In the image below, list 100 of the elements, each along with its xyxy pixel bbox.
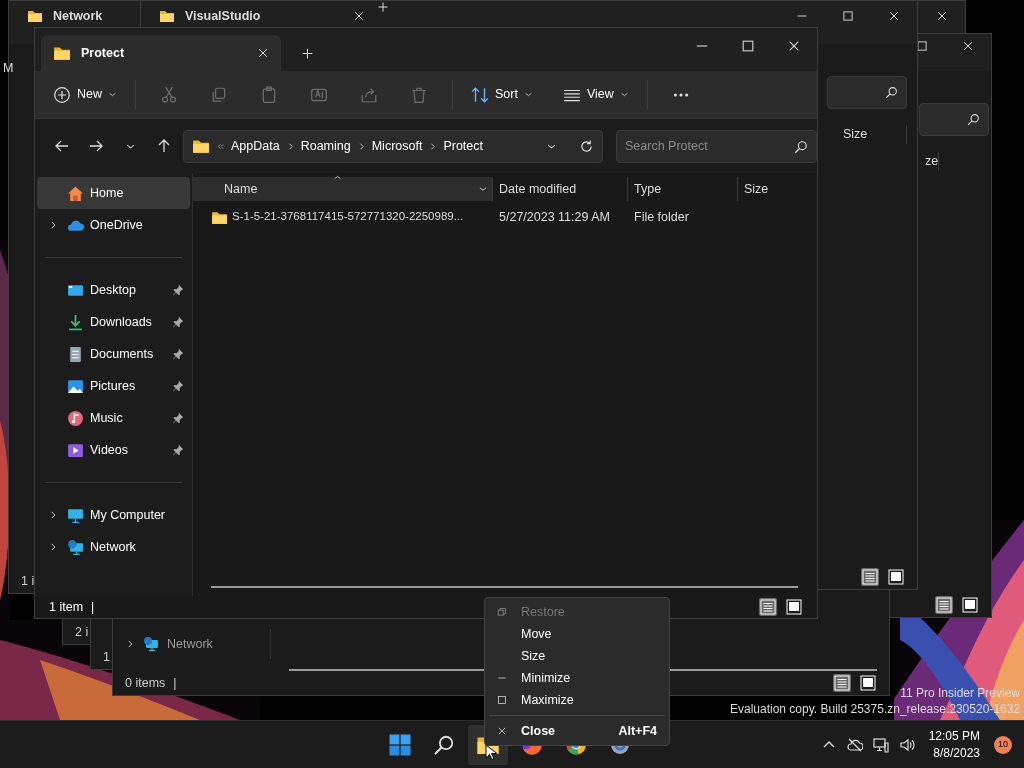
- close-icon[interactable]: [257, 47, 269, 59]
- pictures-icon: [67, 377, 84, 395]
- nav-item[interactable]: Network: [167, 634, 213, 654]
- column-dropdown-icon[interactable]: [478, 184, 488, 194]
- chevron-icon[interactable]: [48, 510, 58, 520]
- breadcrumb[interactable]: Microsoft: [371, 136, 423, 156]
- overflow-chevron-icon[interactable]: [216, 141, 225, 151]
- column-header[interactable]: Name: [193, 177, 493, 201]
- up-icon[interactable]: [156, 138, 172, 154]
- cloud-off-icon[interactable]: [846, 736, 863, 753]
- large-icons-view-icon[interactable]: [962, 597, 978, 613]
- menu-item[interactable]: Move: [489, 623, 665, 645]
- details-view-icon: [760, 599, 776, 615]
- maximize-icon[interactable]: [842, 10, 854, 22]
- status-text: 0 items: [125, 674, 166, 692]
- menu-letter: M: [3, 60, 14, 77]
- column-header[interactable]: Size: [738, 177, 817, 201]
- plus-circle-icon: [53, 85, 71, 104]
- search-icon: [967, 113, 980, 126]
- nav-item[interactable]: Videos: [37, 434, 190, 466]
- plus-icon[interactable]: [377, 1, 389, 13]
- menu-item[interactable]: Close Alt+F4: [489, 720, 665, 742]
- search-field[interactable]: [827, 76, 907, 109]
- forward-icon[interactable]: [88, 138, 104, 154]
- close-icon: [497, 726, 507, 736]
- volume-icon[interactable]: [898, 736, 915, 753]
- window-tab[interactable]: Protect: [41, 35, 281, 71]
- folder-icon: [53, 44, 71, 62]
- close-icon[interactable]: [936, 10, 948, 22]
- sort-button[interactable]: Sort: [463, 79, 541, 110]
- nav-item[interactable]: Downloads: [37, 306, 190, 338]
- column-header[interactable]: ze: [919, 152, 939, 171]
- home-icon: [67, 184, 84, 202]
- caret-icon: [108, 90, 117, 99]
- pointer-icon: [484, 742, 500, 762]
- maximize-icon[interactable]: [916, 40, 928, 52]
- music-icon: [67, 409, 84, 427]
- column-header[interactable]: Size: [837, 125, 907, 144]
- close-icon[interactable]: [787, 39, 801, 53]
- sort-ascending-icon: [333, 173, 342, 182]
- status-text: 1: [103, 648, 110, 666]
- large-icons-view-icon[interactable]: [888, 569, 904, 585]
- column-header[interactable]: Type: [628, 177, 738, 201]
- nav-item[interactable]: Home: [37, 177, 190, 209]
- search-field[interactable]: [919, 103, 989, 136]
- details-view-icon[interactable]: [862, 569, 878, 585]
- back-icon[interactable]: [54, 138, 70, 154]
- large-icons-view-button[interactable]: [785, 598, 803, 616]
- details-view-icon[interactable]: [936, 597, 952, 613]
- chevron-icon: [428, 141, 438, 151]
- nav-item[interactable]: Pictures: [37, 370, 190, 402]
- document-icon: [67, 345, 84, 363]
- close-icon[interactable]: [888, 10, 900, 22]
- tab-title[interactable]: VisualStudio: [185, 6, 261, 26]
- breadcrumb[interactable]: Roaming: [300, 136, 351, 156]
- nav-item[interactable]: Desktop: [37, 274, 190, 306]
- search-field[interactable]: Search Protect: [616, 129, 817, 163]
- details-view-button[interactable]: [759, 598, 777, 616]
- sort-icon: [471, 85, 489, 104]
- nav-item[interactable]: OneDrive: [37, 209, 190, 241]
- chevron-icon[interactable]: [48, 542, 58, 552]
- computer-icon: [67, 506, 84, 524]
- tab-title[interactable]: Network: [53, 6, 103, 26]
- date-cell-text: 5/27/2023 11:29 AM: [498, 208, 611, 226]
- view-button[interactable]: View: [554, 79, 637, 110]
- new-tab-icon[interactable]: [301, 47, 314, 60]
- nav-item[interactable]: Network: [37, 531, 190, 563]
- column-header[interactable]: Date modified: [493, 177, 628, 201]
- trash-icon: [410, 85, 428, 104]
- notification-badge[interactable]: 10: [994, 735, 1012, 754]
- network-icon[interactable]: [872, 736, 889, 753]
- file-name-cell[interactable]: S-1-5-21-3768117415-572771320-2250989...: [193, 208, 493, 226]
- menu-item[interactable]: Maximize: [489, 689, 665, 711]
- clock-date[interactable]: 8/8/2023: [928, 744, 980, 761]
- nav-item[interactable]: Music: [37, 402, 190, 434]
- status-divider: |: [173, 674, 177, 692]
- status-text: 1 i: [21, 572, 35, 590]
- search-icon[interactable]: [794, 139, 808, 154]
- menu-item[interactable]: Size: [489, 645, 665, 667]
- menu-item[interactable]: Minimize: [489, 667, 665, 689]
- large-icons-view-icon[interactable]: [860, 675, 876, 691]
- details-view-icon[interactable]: [834, 675, 850, 691]
- maximize-icon[interactable]: [741, 39, 755, 53]
- refresh-icon[interactable]: [579, 138, 594, 154]
- search-icon: [433, 733, 455, 756]
- search-icon: [885, 86, 898, 99]
- close-icon[interactable]: [962, 40, 974, 52]
- breadcrumb[interactable]: Protect: [443, 136, 483, 156]
- nav-item[interactable]: Documents: [37, 338, 190, 370]
- breadcrumb[interactable]: AppData: [231, 136, 280, 156]
- new-button[interactable]: New: [45, 79, 125, 110]
- nav-item[interactable]: My Computer: [37, 499, 190, 531]
- chevron-icon[interactable]: [48, 220, 58, 230]
- status-divider: |: [91, 598, 95, 616]
- windows-logo-icon: [388, 732, 412, 757]
- clock-time[interactable]: 12:05 PM: [928, 728, 980, 745]
- address-bar[interactable]: AppData Roaming Microsoft Protect: [183, 129, 603, 163]
- chevron-icon[interactable]: [125, 639, 135, 649]
- scrollbar[interactable]: [211, 586, 798, 588]
- close-icon[interactable]: [353, 10, 365, 22]
